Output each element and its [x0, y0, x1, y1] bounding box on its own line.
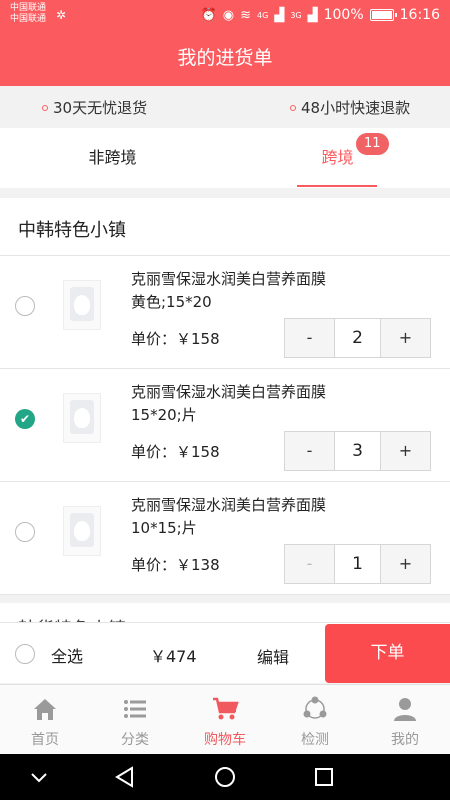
home-icon [34, 699, 56, 720]
chevron-down-icon[interactable] [24, 764, 54, 790]
clock: 16:16 [399, 7, 440, 23]
product-thumbnail[interactable] [63, 280, 101, 330]
tab-domestic[interactable]: 非跨境 [0, 128, 225, 188]
total-price: ￥474 [150, 647, 197, 666]
tabbar-item-category[interactable]: 分类 [90, 685, 180, 755]
cart-item: 克丽雪保湿水润美白营养面膜 黄色;15*20 单价：￥158 - 2 + [0, 256, 450, 369]
decrease-button[interactable]: - [285, 432, 334, 470]
product-spec: 10*15;片 [131, 519, 197, 537]
promo-refund-label: 48小时快速退款 [301, 99, 411, 117]
product-thumbnail[interactable] [63, 506, 101, 556]
promo-return: 30天无忧退货 [42, 97, 147, 118]
tabbar-label: 购物车 [204, 732, 246, 748]
edit-button[interactable]: 编辑 [257, 644, 289, 668]
tabbar-item-mine[interactable]: 我的 [360, 685, 450, 755]
unit-price: 单价：￥158 [131, 330, 220, 348]
bullet-icon [290, 104, 296, 111]
tab-cross-border[interactable]: 跨境 [225, 128, 450, 188]
product-thumbnail[interactable] [63, 393, 101, 443]
store-name: 中韩特色小镇 [18, 220, 126, 241]
home-circle-icon[interactable] [210, 764, 240, 790]
carrier-info: 中国联通 中国联通 [10, 3, 46, 25]
cart-item: 克丽雪保湿水润美白营养面膜 10*15;片 单价：￥138 - 1 + [0, 482, 450, 595]
cart-icon [213, 697, 239, 720]
promo-bar: 30天无忧退货 48小时快速退款 [0, 86, 450, 128]
quantity-stepper: - 1 + [284, 544, 431, 584]
checkout-bar: 全选 ￥474 编辑 下单 [0, 622, 450, 683]
product-spec: 15*20;片 [131, 406, 197, 424]
decrease-button[interactable]: - [285, 545, 334, 583]
tabbar-label: 分类 [121, 732, 149, 748]
tabbar-label: 检测 [301, 732, 329, 748]
signal-icon: ▟ [274, 7, 285, 23]
back-icon[interactable] [110, 764, 140, 790]
quantity-stepper: - 3 + [284, 431, 431, 471]
battery-icon [369, 9, 397, 21]
user-icon [394, 698, 416, 721]
quantity-stepper: - 2 + [284, 318, 431, 358]
eye-icon: ◉ [222, 7, 235, 23]
tabbar-item-home[interactable]: 首页 [0, 685, 90, 755]
promo-return-label: 30天无忧退货 [53, 99, 148, 117]
tabbar-item-cart[interactable]: 购物车 [180, 685, 270, 755]
promo-refund: 48小时快速退款 [290, 97, 410, 118]
alarm-icon: ⏰ [200, 7, 217, 23]
tabbar-label: 首页 [31, 732, 59, 748]
battery-percent: 100% [323, 7, 364, 23]
unit-price: 单价：￥158 [131, 443, 220, 461]
carrier-logo-icon: ✲ [56, 8, 67, 22]
select-all-label[interactable]: 全选 [51, 643, 83, 667]
product-name[interactable]: 克丽雪保湿水润美白营养面膜 [131, 494, 326, 515]
status-bar: 中国联通 中国联通 ✲ ⏰ ◉ ≋ 4G ▟ 3G ▟ 100% 16:16 [0, 0, 450, 30]
share-nodes-icon [303, 696, 327, 719]
system-nav-bar [0, 754, 450, 800]
list-icon [124, 700, 146, 718]
product-name[interactable]: 克丽雪保湿水润美白营养面膜 [131, 381, 326, 402]
recent-apps-icon[interactable] [309, 764, 339, 790]
carrier-1: 中国联通 [10, 3, 47, 13]
tabbar-label: 我的 [391, 732, 419, 748]
network-type: 4G [257, 10, 269, 20]
tab-active-indicator [297, 185, 377, 187]
quantity-input[interactable]: 1 [334, 545, 381, 583]
cart-item: ✔ 克丽雪保湿水润美白营养面膜 15*20;片 单价：￥158 - 3 + [0, 369, 450, 482]
select-all-radio[interactable] [15, 644, 35, 664]
page-title: 我的进货单 [0, 30, 450, 86]
bottom-tab-bar: 首页 分类 购物车 检测 我的 [0, 684, 450, 754]
wifi-icon: ≋ [240, 7, 252, 23]
item-select-radio-checked[interactable]: ✔ [15, 409, 35, 429]
quantity-input[interactable]: 2 [334, 319, 381, 357]
quantity-input[interactable]: 3 [334, 432, 381, 470]
product-spec: 黄色;15*20 [131, 293, 212, 311]
increase-button[interactable]: + [381, 545, 430, 583]
carrier-2: 中国联通 [10, 14, 47, 24]
network-type-2: 3G [290, 10, 302, 20]
store-header-next: 韩货特色小镇 [0, 603, 450, 623]
unit-price: 单价：￥138 [131, 556, 220, 574]
checkmark-icon: ✔ [19, 412, 31, 426]
cross-border-count-badge: 11 [356, 133, 389, 155]
item-select-radio[interactable] [15, 522, 35, 542]
status-indicators: ⏰ ◉ ≋ 4G ▟ 3G ▟ 100% 16:16 [201, 7, 440, 23]
store-header: 中韩特色小镇 [0, 198, 450, 256]
increase-button[interactable]: + [381, 319, 430, 357]
item-select-radio[interactable] [15, 296, 35, 316]
product-name[interactable]: 克丽雪保湿水润美白营养面膜 [131, 268, 326, 289]
increase-button[interactable]: + [381, 432, 430, 470]
bullet-icon [42, 104, 48, 111]
decrease-button[interactable]: - [285, 319, 334, 357]
tabbar-item-detect[interactable]: 检测 [270, 685, 360, 755]
place-order-button[interactable]: 下单 [325, 624, 450, 683]
signal-2-icon: ▟ [307, 7, 318, 23]
